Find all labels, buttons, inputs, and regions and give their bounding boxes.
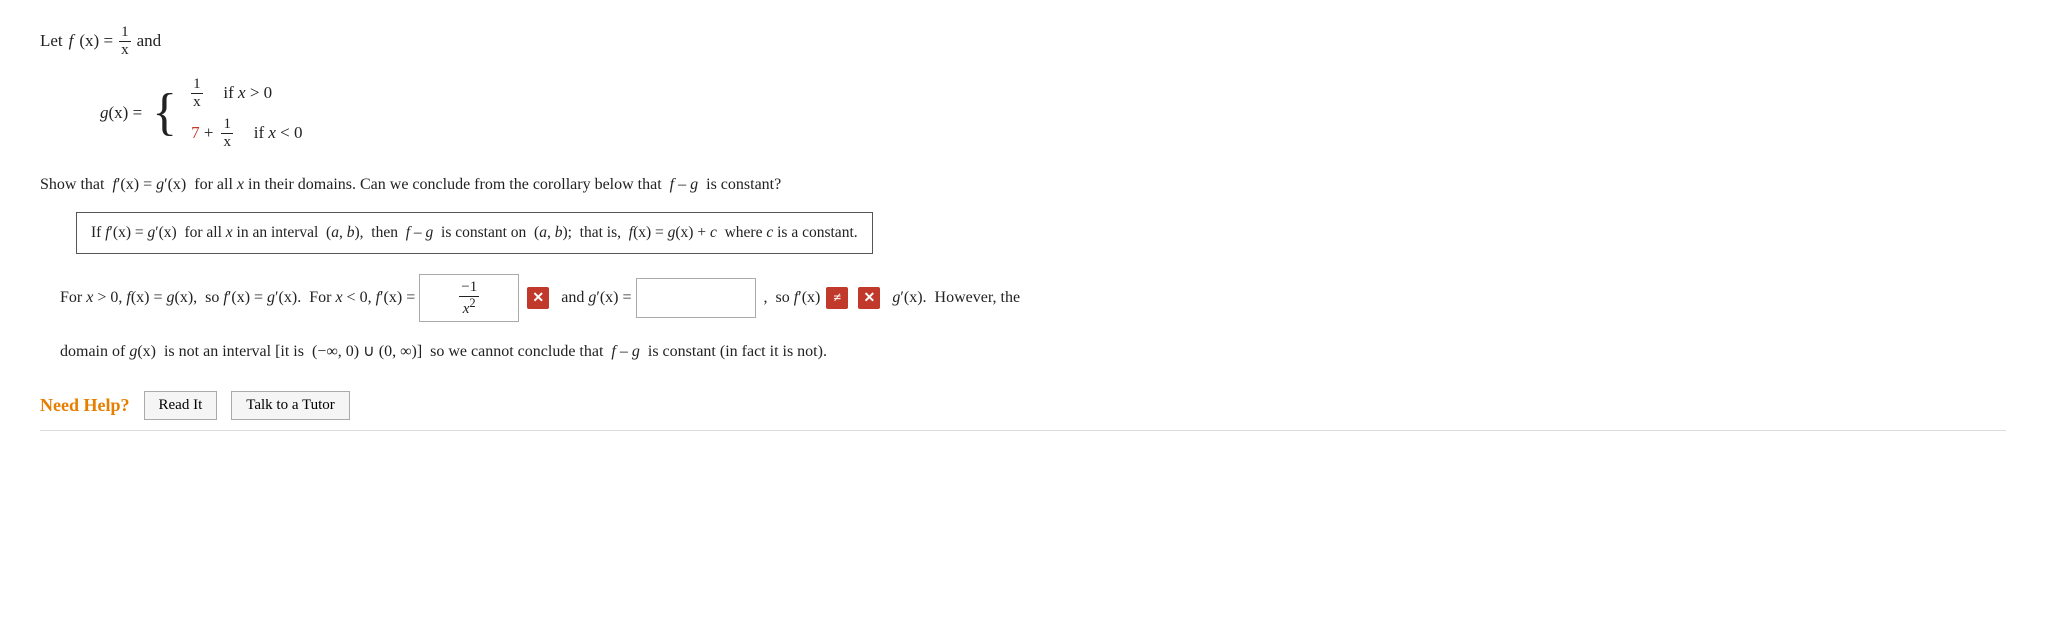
fx-label: f — [69, 31, 74, 51]
need-help-section: Need Help? Read It Talk to a Tutor — [40, 391, 2006, 420]
g-case1: 1 x if x > 0 — [191, 76, 302, 110]
gprime-input-box[interactable] — [636, 278, 756, 318]
fprime-answer-box[interactable]: −1 x2 — [419, 274, 519, 322]
g-case2: 7 + 1 x if x < 0 — [191, 116, 302, 150]
fx-frac-num: 1 — [119, 24, 131, 42]
corollary-box: If f′(x) = g′(x) for all x in an interva… — [76, 212, 873, 255]
read-it-button[interactable]: Read It — [144, 391, 218, 420]
fprime-num: −1 — [459, 279, 479, 297]
fx-frac-den: x — [119, 42, 131, 59]
work-part1: For x > 0, f(x) = g(x), so f′(x) = g′(x)… — [60, 284, 415, 313]
talk-tutor-button[interactable]: Talk to a Tutor — [231, 391, 350, 420]
wrong-icon-2: ✕ — [858, 287, 880, 309]
and-label: and — [137, 31, 162, 51]
gx-label: g(x) = — [100, 103, 142, 123]
domain-line: domain of g(x) is not an interval [it is… — [40, 338, 2006, 367]
scrollbar-area — [40, 430, 2006, 442]
g-case1-condition: if x > 0 — [211, 83, 273, 103]
work-line: For x > 0, f(x) = g(x), so f′(x) = g′(x)… — [40, 274, 2006, 322]
fx-fraction: 1 x — [119, 24, 131, 58]
left-brace: { — [152, 87, 177, 139]
let-label: Let — [40, 31, 63, 51]
fprime-frac: −1 x2 — [459, 279, 479, 317]
g-case2-frac: 1 x — [221, 116, 233, 150]
g-case2-num: 1 — [221, 116, 233, 134]
g-case1-frac: 1 x — [191, 76, 203, 110]
need-help-label: Need Help? — [40, 395, 130, 416]
g-case1-den: x — [191, 94, 203, 111]
g-case1-num: 1 — [191, 76, 203, 94]
show-line: Show that f′(x) = g′(x) for all x in the… — [40, 172, 2006, 198]
g-case2-condition: if x < 0 — [241, 123, 303, 143]
g-cases: 1 x if x > 0 7 + 1 x if x < 0 — [191, 76, 302, 150]
and-gprime: and g′(x) = — [557, 284, 631, 313]
fprime-den: x2 — [461, 297, 478, 318]
neq-icon: ≠ — [826, 287, 848, 309]
top-line: Let f(x) = 1 x and — [40, 24, 2006, 58]
g-definition: g(x) = { 1 x if x > 0 7 + 1 x if x < 0 — [100, 76, 2006, 150]
g-case2-coeff: 7 + — [191, 123, 213, 143]
so-part: , so f′(x) — [760, 284, 821, 313]
fx-paren: (x) = — [79, 31, 113, 51]
gprime-x-label: g′(x). However, the — [888, 284, 1020, 313]
g-case2-den: x — [221, 134, 233, 151]
wrong-icon-1: ✕ — [527, 287, 549, 309]
